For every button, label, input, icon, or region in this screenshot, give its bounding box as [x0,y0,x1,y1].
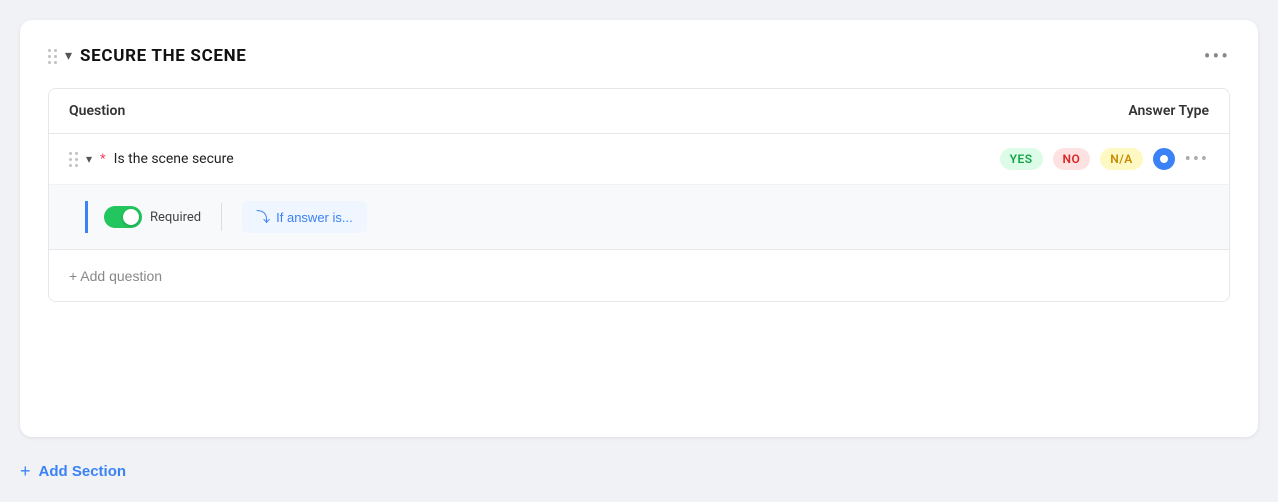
sub-row-inner: Required ⤵ If answer is... [85,201,367,233]
main-card: ▾ SECURE THE SCENE ••• Question Answer T… [20,20,1258,437]
toggle-knob [123,209,139,225]
table-header-answer-type: Answer Type [1128,103,1209,119]
add-question-label: + Add question [69,268,162,284]
badge-no[interactable]: NO [1053,148,1091,170]
section-more-icon[interactable]: ••• [1204,44,1230,68]
question-text: Is the scene secure [114,151,234,167]
sub-row: Required ⤵ If answer is... [49,185,1229,250]
row-chevron-icon[interactable]: ▾ [86,152,92,166]
question-row-left: ▾ * Is the scene secure [69,151,234,167]
radio-selected-icon[interactable] [1153,148,1175,170]
add-question-button[interactable]: + Add question [69,268,162,284]
badge-yes[interactable]: YES [1000,148,1043,170]
add-question-row: + Add question [49,250,1229,301]
table-header-question: Question [69,103,125,119]
answer-type-row: YES NO N/A ••• [1000,148,1209,170]
section-header: ▾ SECURE THE SCENE ••• [48,44,1230,68]
required-star: * [100,152,106,167]
section-chevron-icon[interactable]: ▾ [65,48,72,64]
question-row: ▾ * Is the scene secure YES NO N/A ••• [49,134,1229,185]
required-toggle[interactable] [104,206,142,228]
if-answer-button[interactable]: ⤵ If answer is... [242,201,367,233]
row-drag-handle[interactable] [69,152,78,167]
add-section-button[interactable]: + Add Section [20,461,126,482]
section-title: SECURE THE SCENE [80,46,247,66]
radio-inner [1160,155,1168,163]
add-section-plus-icon: + [20,461,31,482]
section-header-left: ▾ SECURE THE SCENE [48,46,247,66]
row-more-icon[interactable]: ••• [1185,149,1209,170]
if-answer-icon: ⤵ [256,207,270,227]
badge-na[interactable]: N/A [1100,148,1143,170]
questions-table: Question Answer Type ▾ * [48,88,1230,302]
if-answer-label: If answer is... [276,210,353,225]
section-drag-handle[interactable] [48,49,57,64]
table-header: Question Answer Type [49,89,1229,134]
add-section-area: + Add Section [20,461,1258,482]
required-toggle-container: Required [104,206,201,228]
add-section-label: Add Section [39,463,127,480]
vertical-divider [221,203,222,231]
required-toggle-label: Required [150,210,201,225]
